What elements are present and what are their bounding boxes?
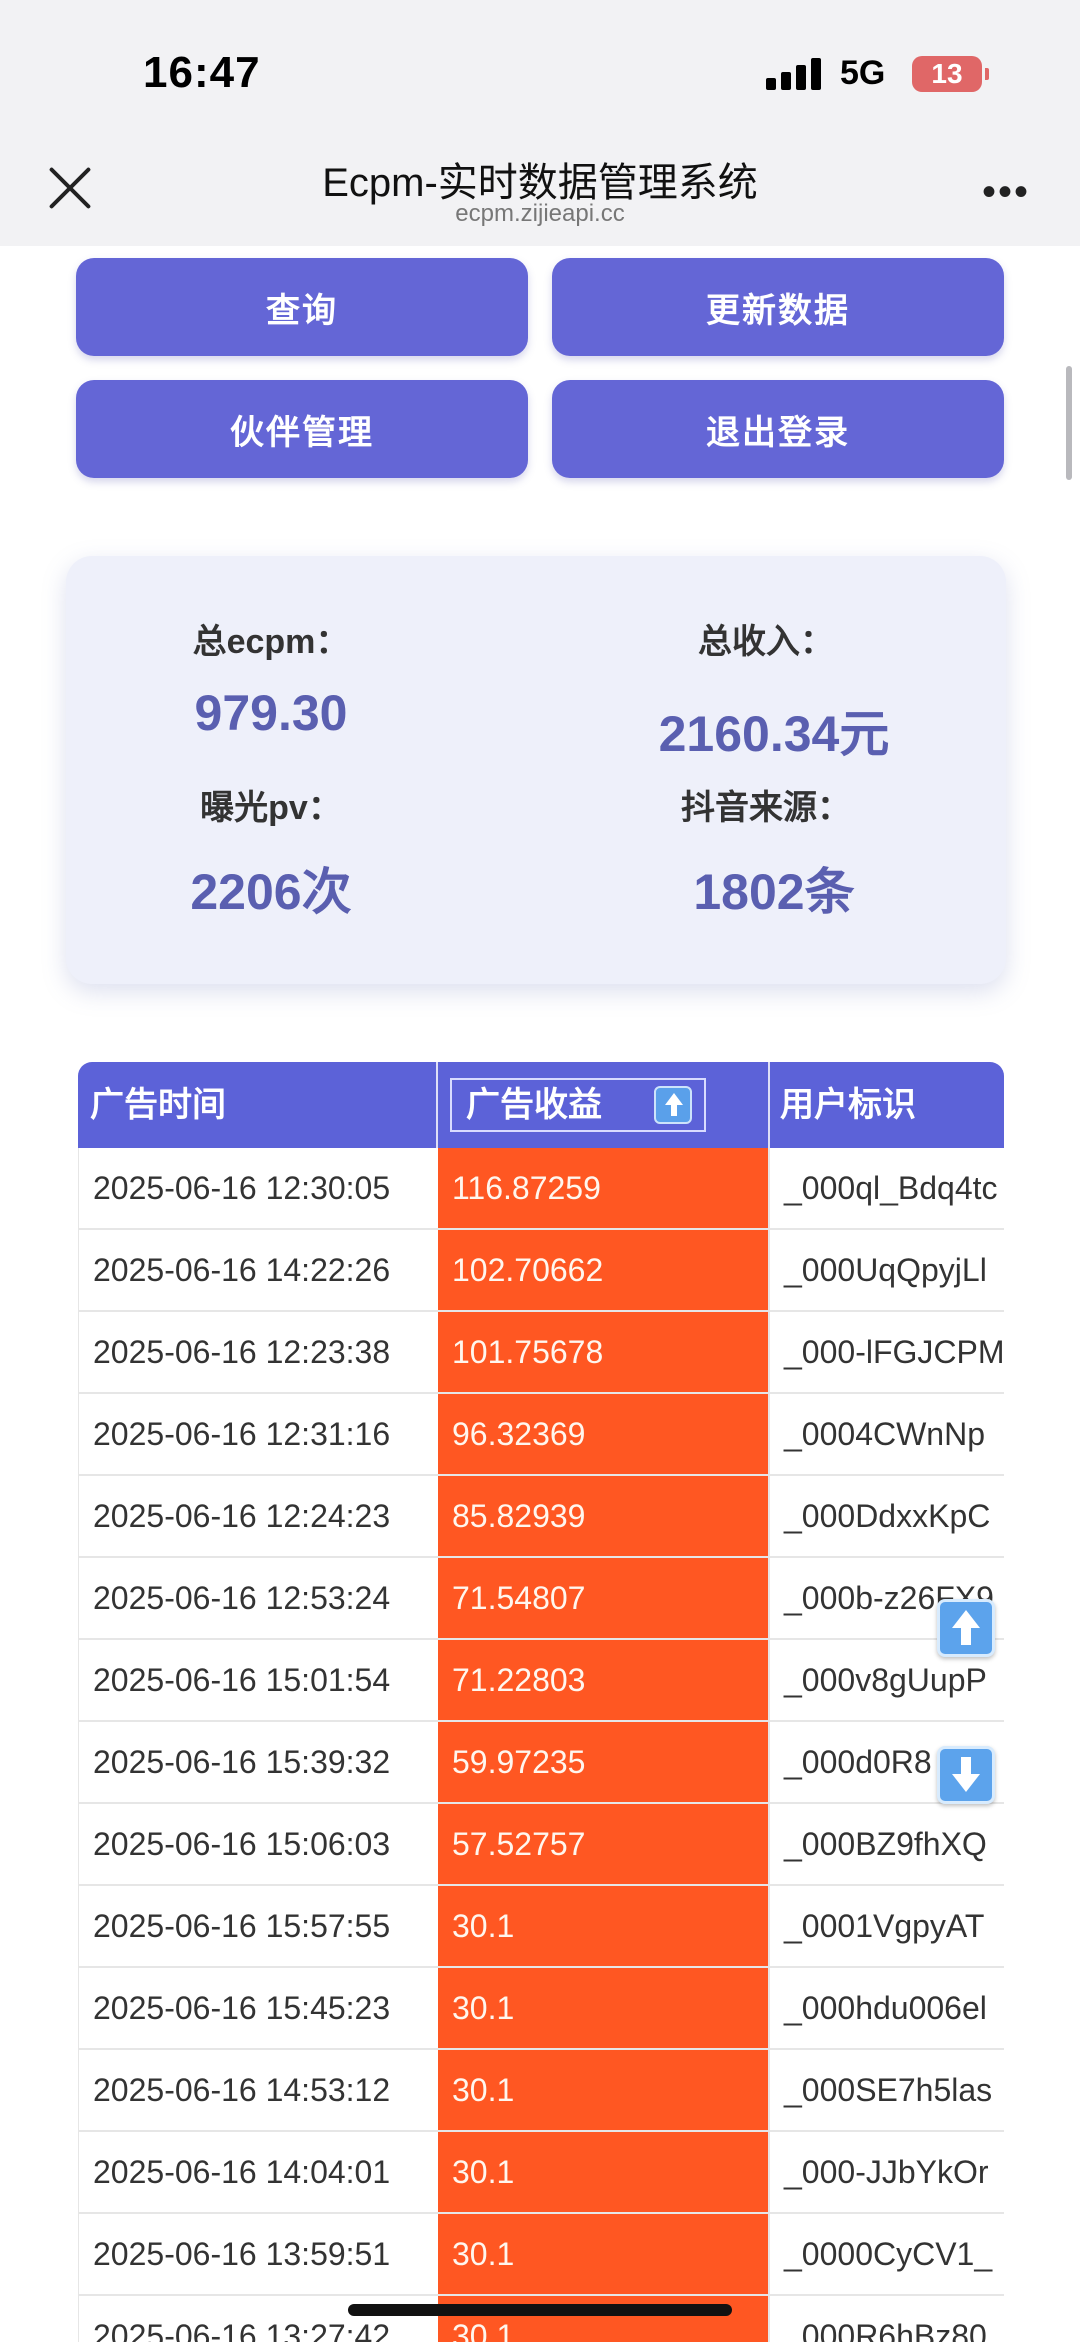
cell-ad-revenue: 30.1 [436, 1886, 768, 1966]
cell-ad-revenue: 30.1 [436, 2296, 768, 2342]
cell-ad-time: 2025-06-16 13:59:51 [78, 2214, 436, 2294]
table-row[interactable]: 2025-06-16 13:27:42 30.1 _000R6hBz80 [78, 2296, 1004, 2342]
cell-user-id: _0001VgpyAT [768, 1886, 1004, 1966]
table-row[interactable]: 2025-06-16 12:31:16 96.32369 _0004CWnNp [78, 1394, 1004, 1476]
total-income-value: 2160.34元 [658, 706, 890, 762]
cell-ad-revenue: 59.97235 [436, 1722, 768, 1802]
table-row[interactable]: 2025-06-16 12:24:23 85.82939 _000DdxxKpC [78, 1476, 1004, 1558]
cell-ad-revenue: 102.70662 [436, 1230, 768, 1310]
table-header: 广告时间 广告收益 用户标识 [78, 1062, 1004, 1148]
partner-management-button[interactable]: 伙伴管理 [76, 380, 528, 478]
cell-user-id: _000hdu006el [768, 1968, 1004, 2048]
summary-card: 总ecpm： 979.30 总收入： 2160.34元 曝光pv： 2206次 … [66, 556, 1006, 984]
cell-ad-time: 2025-06-16 12:53:24 [78, 1558, 436, 1638]
cell-user-id: _000UqQpyjLl [768, 1230, 1004, 1310]
cell-ad-revenue: 30.1 [436, 2132, 768, 2212]
total-income-label: 总收入： [698, 623, 834, 661]
query-button[interactable]: 查询 [76, 258, 528, 356]
table-row[interactable]: 2025-06-16 14:22:26 102.70662 _000UqQpyjLl [78, 1230, 1004, 1312]
cell-ad-time: 2025-06-16 14:22:26 [78, 1230, 436, 1310]
cell-ad-revenue: 85.82939 [436, 1476, 768, 1556]
table-row[interactable]: 2025-06-16 15:45:23 30.1 _000hdu006el [78, 1968, 1004, 2050]
table-row[interactable]: 2025-06-16 14:53:12 30.1 _000SE7h5las [78, 2050, 1004, 2132]
table-row[interactable]: 2025-06-16 12:23:38 101.75678 _000-lFGJCPM [78, 1312, 1004, 1394]
table-row[interactable]: 2025-06-16 15:39:32 59.97235 _000d0R8 [78, 1722, 1004, 1804]
cell-ad-revenue: 30.1 [436, 1968, 768, 2048]
header-ad-revenue[interactable]: 广告收益 [450, 1078, 706, 1132]
douyin-source-label: 抖音来源： [681, 789, 851, 827]
cell-user-id: _000-lFGJCPM [768, 1312, 1004, 1392]
cell-ad-revenue: 57.52757 [436, 1804, 768, 1884]
page-url: ecpm.zijieapi.cc [455, 200, 625, 227]
cell-user-id: _000SE7h5las [768, 2050, 1004, 2130]
cell-user-id: _000R6hBz80 [768, 2296, 1004, 2342]
cell-ad-time: 2025-06-16 15:57:55 [78, 1886, 436, 1966]
table-row[interactable]: 2025-06-16 12:53:24 71.54807 _000b-z26FX9 [78, 1558, 1004, 1640]
cell-ad-time: 2025-06-16 14:53:12 [78, 2050, 436, 2130]
cell-user-id: _000-JJbYkOr [768, 2132, 1004, 2212]
table-row[interactable]: 2025-06-16 12:30:05 116.87259 _000ql_Bdq4t… [78, 1148, 1004, 1230]
table-row[interactable]: 2025-06-16 15:01:54 71.22803 _000v8gUupP [78, 1640, 1004, 1722]
status-time: 16:47 [143, 48, 261, 97]
cell-ad-time: 2025-06-16 15:01:54 [78, 1640, 436, 1720]
cell-ad-revenue: 96.32369 [436, 1394, 768, 1474]
network-type: 5G [840, 54, 886, 92]
app-header: 16:47 5G 13 Ecpm-实时数据管理系统 ecpm.zijieapi.… [0, 0, 1080, 246]
cell-user-id: _000BZ9fhXQ [768, 1804, 1004, 1884]
ad-revenue-table: 广告时间 广告收益 用户标识 2025-06-16 12:30:05 116.87… [78, 1062, 1004, 2342]
cell-ad-revenue: 71.22803 [436, 1640, 768, 1720]
cell-ad-time: 2025-06-16 14:04:01 [78, 2132, 436, 2212]
cell-ad-time: 2025-06-16 12:30:05 [78, 1148, 436, 1228]
total-ecpm-value: 979.30 [194, 685, 348, 741]
cell-ad-time: 2025-06-16 12:24:23 [78, 1476, 436, 1556]
header-ad-revenue-label: 广告收益 [466, 1086, 602, 1124]
signal-icon [766, 58, 822, 90]
cell-ad-time: 2025-06-16 15:39:32 [78, 1722, 436, 1802]
douyin-source-value: 1802条 [693, 864, 855, 920]
exposure-pv-value: 2206次 [190, 864, 352, 920]
cell-user-id: _000ql_Bdq4tc [768, 1148, 1004, 1228]
cell-ad-time: 2025-06-16 15:06:03 [78, 1804, 436, 1884]
header-ad-time[interactable]: 广告时间 [78, 1062, 436, 1148]
cell-user-id: _000DdxxKpC [768, 1476, 1004, 1556]
cell-ad-time: 2025-06-16 15:45:23 [78, 1968, 436, 2048]
home-indicator[interactable] [348, 2304, 732, 2316]
cell-ad-revenue: 30.1 [436, 2214, 768, 2294]
page-scrollbar[interactable] [1066, 366, 1072, 480]
cell-ad-time: 2025-06-16 12:23:38 [78, 1312, 436, 1392]
cell-user-id: _0000CyCV1_ [768, 2214, 1004, 2294]
cell-ad-revenue: 116.87259 [436, 1148, 768, 1228]
total-ecpm-label: 总ecpm： [192, 623, 350, 661]
cell-ad-revenue: 71.54807 [436, 1558, 768, 1638]
table-row[interactable]: 2025-06-16 15:57:55 30.1 _0001VgpyAT [78, 1886, 1004, 1968]
table-row[interactable]: 2025-06-16 14:04:01 30.1 _000-JJbYkOr [78, 2132, 1004, 2214]
sort-up-icon[interactable] [654, 1086, 692, 1124]
battery-icon: 13 [912, 56, 989, 92]
cell-ad-revenue: 30.1 [436, 2050, 768, 2130]
cell-ad-time: 2025-06-16 12:31:16 [78, 1394, 436, 1474]
arrow-up-icon[interactable] [937, 1599, 995, 1657]
logout-button[interactable]: 退出登录 [552, 380, 1004, 478]
cell-user-id: _0004CWnNp [768, 1394, 1004, 1474]
arrow-down-icon[interactable] [937, 1746, 995, 1804]
cell-ad-revenue: 101.75678 [436, 1312, 768, 1392]
table-row[interactable]: 2025-06-16 13:59:51 30.1 _0000CyCV1_ [78, 2214, 1004, 2296]
table-row[interactable]: 2025-06-16 15:06:03 57.52757 _000BZ9fhXQ [78, 1804, 1004, 1886]
exposure-pv-label: 曝光pv： [200, 789, 342, 827]
more-icon[interactable]: ••• [982, 172, 1030, 212]
cell-ad-time: 2025-06-16 13:27:42 [78, 2296, 436, 2342]
update-data-button[interactable]: 更新数据 [552, 258, 1004, 356]
header-user-id[interactable]: 用户标识 [768, 1062, 1004, 1148]
